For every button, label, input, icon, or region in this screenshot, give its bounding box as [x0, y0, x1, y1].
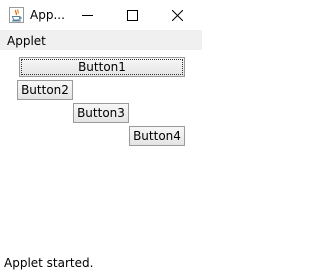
button-1[interactable]: Button1 — [19, 57, 185, 77]
applet-menu-bar: Applet — [0, 30, 202, 50]
maximize-icon — [127, 9, 138, 21]
java-icon[interactable] — [9, 7, 24, 23]
minimize-button[interactable] — [65, 0, 110, 30]
minimize-icon — [82, 14, 93, 16]
maximize-button[interactable] — [110, 0, 155, 30]
button-3[interactable]: Button3 — [73, 103, 129, 123]
close-icon — [172, 9, 183, 21]
window-title: App... — [30, 8, 65, 22]
title-bar[interactable]: App... — [0, 0, 202, 30]
applet-menu[interactable]: Applet — [7, 34, 46, 48]
button-2[interactable]: Button2 — [17, 80, 73, 100]
button-4[interactable]: Button4 — [129, 126, 185, 146]
close-button[interactable] — [155, 0, 200, 30]
status-text: Applet started. — [4, 256, 94, 270]
status-bar: Applet started. — [0, 253, 202, 275]
